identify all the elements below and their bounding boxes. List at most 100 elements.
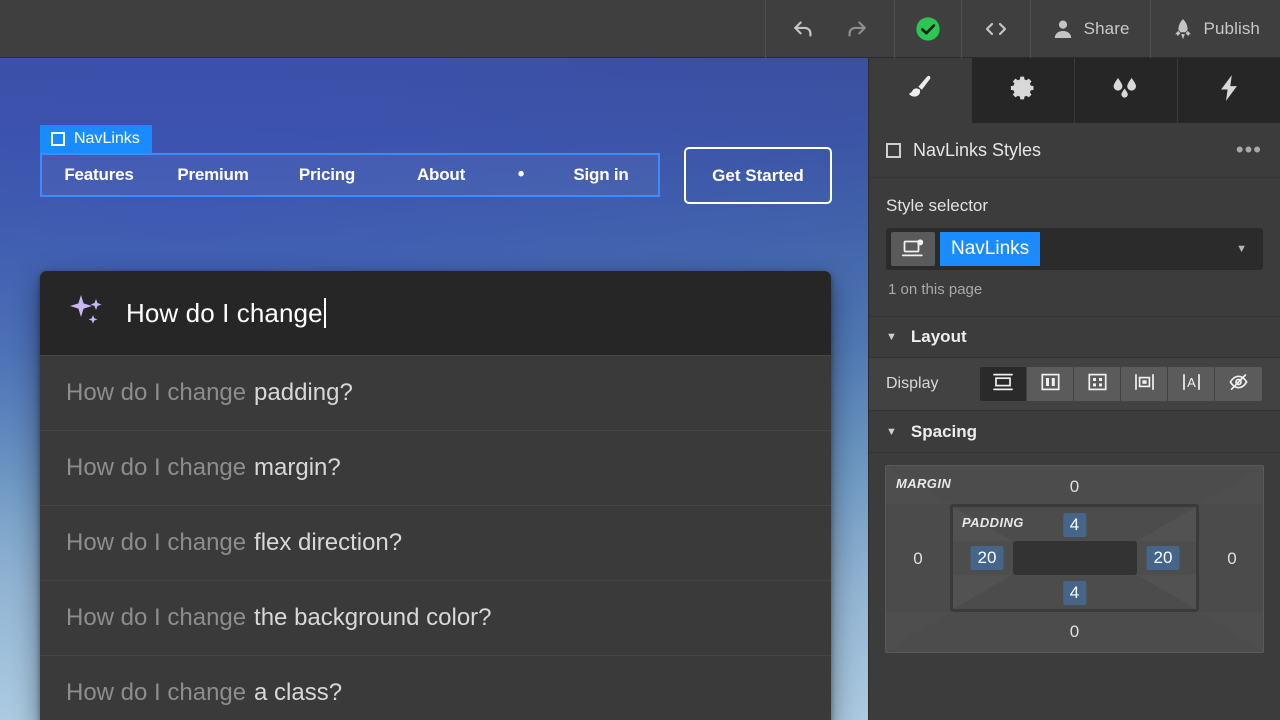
element-square-icon — [51, 132, 65, 146]
display-block-button[interactable] — [980, 367, 1027, 401]
suggestion-suffix: padding? — [254, 379, 353, 406]
suggestion-prefix: How do I change — [66, 454, 247, 481]
rocket-icon — [1171, 17, 1195, 42]
paint-brush-icon — [904, 72, 936, 109]
nav-link-sign-in[interactable]: Sign in — [544, 165, 658, 185]
tab-settings[interactable] — [972, 58, 1075, 123]
accordion-layout[interactable]: ▼ Layout — [869, 316, 1280, 358]
saved-status-button[interactable] — [913, 0, 943, 58]
publish-label: Publish — [1203, 19, 1260, 38]
margin-bottom-value[interactable]: 0 — [1070, 622, 1079, 642]
text-caret — [323, 298, 326, 328]
display-property-row: Display A — [869, 358, 1280, 411]
content-box[interactable] — [1012, 541, 1137, 575]
tab-interactions[interactable] — [1075, 58, 1178, 123]
style-selector-combobox[interactable]: NavLinks ▼ — [886, 228, 1263, 270]
display-flex-button[interactable] — [1027, 367, 1074, 401]
padding-label: PADDING — [962, 515, 1024, 530]
svg-text:A: A — [1187, 375, 1196, 390]
publish-group: Publish — [1149, 0, 1280, 58]
padding-right-value[interactable]: 20 — [1146, 546, 1180, 570]
element-square-icon[interactable] — [886, 142, 901, 158]
nav-link-pricing[interactable]: Pricing — [270, 165, 384, 185]
display-inline-button[interactable]: A — [1168, 367, 1215, 401]
suggestion-suffix: the background color? — [254, 604, 492, 631]
navlinks-element[interactable]: Features Premium Pricing About • Sign in — [40, 153, 660, 197]
accordion-spacing[interactable]: ▼ Spacing — [869, 411, 1280, 453]
nav-link-features[interactable]: Features — [42, 165, 156, 185]
share-group: Share — [1029, 0, 1150, 58]
suggestion-prefix: How do I change — [66, 379, 247, 406]
style-selector-section: Style selector NavLinks ▼ 1 on this page — [869, 178, 1280, 298]
ai-search-input-row[interactable]: How do I change — [40, 271, 831, 355]
design-canvas[interactable]: n ls NavLinks Features Premium Pricing A… — [0, 58, 868, 720]
ai-suggestion-item[interactable]: How do I change margin? — [40, 430, 831, 505]
code-brackets-icon — [982, 16, 1010, 42]
margin-left-value[interactable]: 0 — [913, 549, 922, 569]
gear-icon — [1009, 74, 1037, 107]
display-label: Display — [886, 375, 939, 392]
margin-top-value[interactable]: 0 — [1070, 477, 1079, 497]
tab-effects[interactable] — [1178, 58, 1280, 123]
element-thumbnail-icon[interactable] — [891, 232, 935, 266]
sparkle-icon — [66, 291, 108, 336]
ai-suggestion-item[interactable]: How do I change flex direction? — [40, 505, 831, 580]
more-options-icon[interactable]: ••• — [1236, 139, 1262, 161]
redo-button[interactable] — [830, 0, 880, 58]
nav-link-premium[interactable]: Premium — [156, 165, 270, 185]
undo-button[interactable] — [780, 0, 830, 58]
ai-assistant-overlay: How do I change How do I change padding?… — [40, 271, 831, 720]
code-export-button[interactable] — [980, 0, 1012, 58]
publish-button[interactable]: Publish — [1171, 0, 1260, 58]
style-selector-count: 1 on this page — [888, 281, 983, 298]
ai-search-input[interactable]: How do I change — [126, 298, 326, 329]
ai-suggestion-item[interactable]: How do I change the background color? — [40, 580, 831, 655]
get-started-button[interactable]: Get Started — [684, 147, 832, 204]
suggestion-suffix: flex direction? — [254, 529, 403, 556]
share-button[interactable]: Share — [1051, 0, 1130, 58]
selected-element-label: NavLinks — [74, 130, 140, 147]
suggestion-suffix: margin? — [254, 454, 341, 481]
padding-left-value[interactable]: 20 — [970, 546, 1004, 570]
redo-icon — [842, 16, 868, 42]
display-option-group: A — [980, 367, 1262, 401]
eye-off-icon — [1227, 372, 1250, 397]
lightning-bolt-icon — [1216, 73, 1242, 108]
display-grid-button[interactable] — [1074, 367, 1121, 401]
history-group — [764, 0, 894, 58]
person-icon — [1051, 17, 1075, 41]
accordion-spacing-title: Spacing — [910, 421, 978, 441]
panel-title: NavLinks Styles — [913, 139, 1042, 160]
padding-top-value[interactable]: 4 — [1062, 513, 1087, 537]
inline-block-icon — [1133, 372, 1156, 397]
display-none-button[interactable] — [1215, 367, 1262, 401]
nav-link-about[interactable]: About — [384, 165, 498, 185]
ai-suggestion-item[interactable]: How do I change padding? — [40, 355, 831, 430]
display-inline-block-button[interactable] — [1121, 367, 1168, 401]
block-icon — [992, 372, 1014, 397]
status-group — [893, 0, 961, 58]
suggestion-prefix: How do I change — [66, 604, 247, 631]
panel-header: NavLinks Styles ••• — [869, 123, 1280, 178]
suggestion-prefix: How do I change — [66, 529, 247, 556]
style-selector-label: Style selector — [886, 196, 989, 215]
tab-style[interactable] — [869, 58, 972, 123]
selected-element-badge[interactable]: NavLinks — [40, 125, 152, 153]
ai-suggestion-item[interactable]: How do I change a class? — [40, 655, 831, 720]
margin-right-value[interactable]: 0 — [1227, 549, 1236, 569]
style-panel: NavLinks Styles ••• Style selector NavLi… — [868, 58, 1280, 720]
chevron-down-icon: ▼ — [886, 425, 897, 438]
ai-search-value: How do I change — [126, 297, 323, 328]
flex-icon — [1040, 372, 1061, 397]
spacing-widget: MARGIN 0 0 0 0 PADDING 4 4 20 20 — [869, 453, 1280, 653]
padding-bottom-value[interactable]: 4 — [1062, 581, 1087, 605]
grid-icon — [1087, 372, 1108, 397]
nav-separator-dot: • — [517, 164, 525, 185]
inline-text-icon: A — [1180, 372, 1203, 397]
style-selector-chip[interactable]: NavLinks — [940, 232, 1041, 266]
padding-box: PADDING 4 4 20 20 — [950, 504, 1199, 612]
margin-box: MARGIN 0 0 0 0 PADDING 4 4 20 20 — [885, 465, 1264, 653]
share-label: Share — [1083, 19, 1130, 38]
water-drops-icon — [1109, 74, 1143, 107]
chevron-down-icon[interactable]: ▼ — [1236, 243, 1247, 255]
